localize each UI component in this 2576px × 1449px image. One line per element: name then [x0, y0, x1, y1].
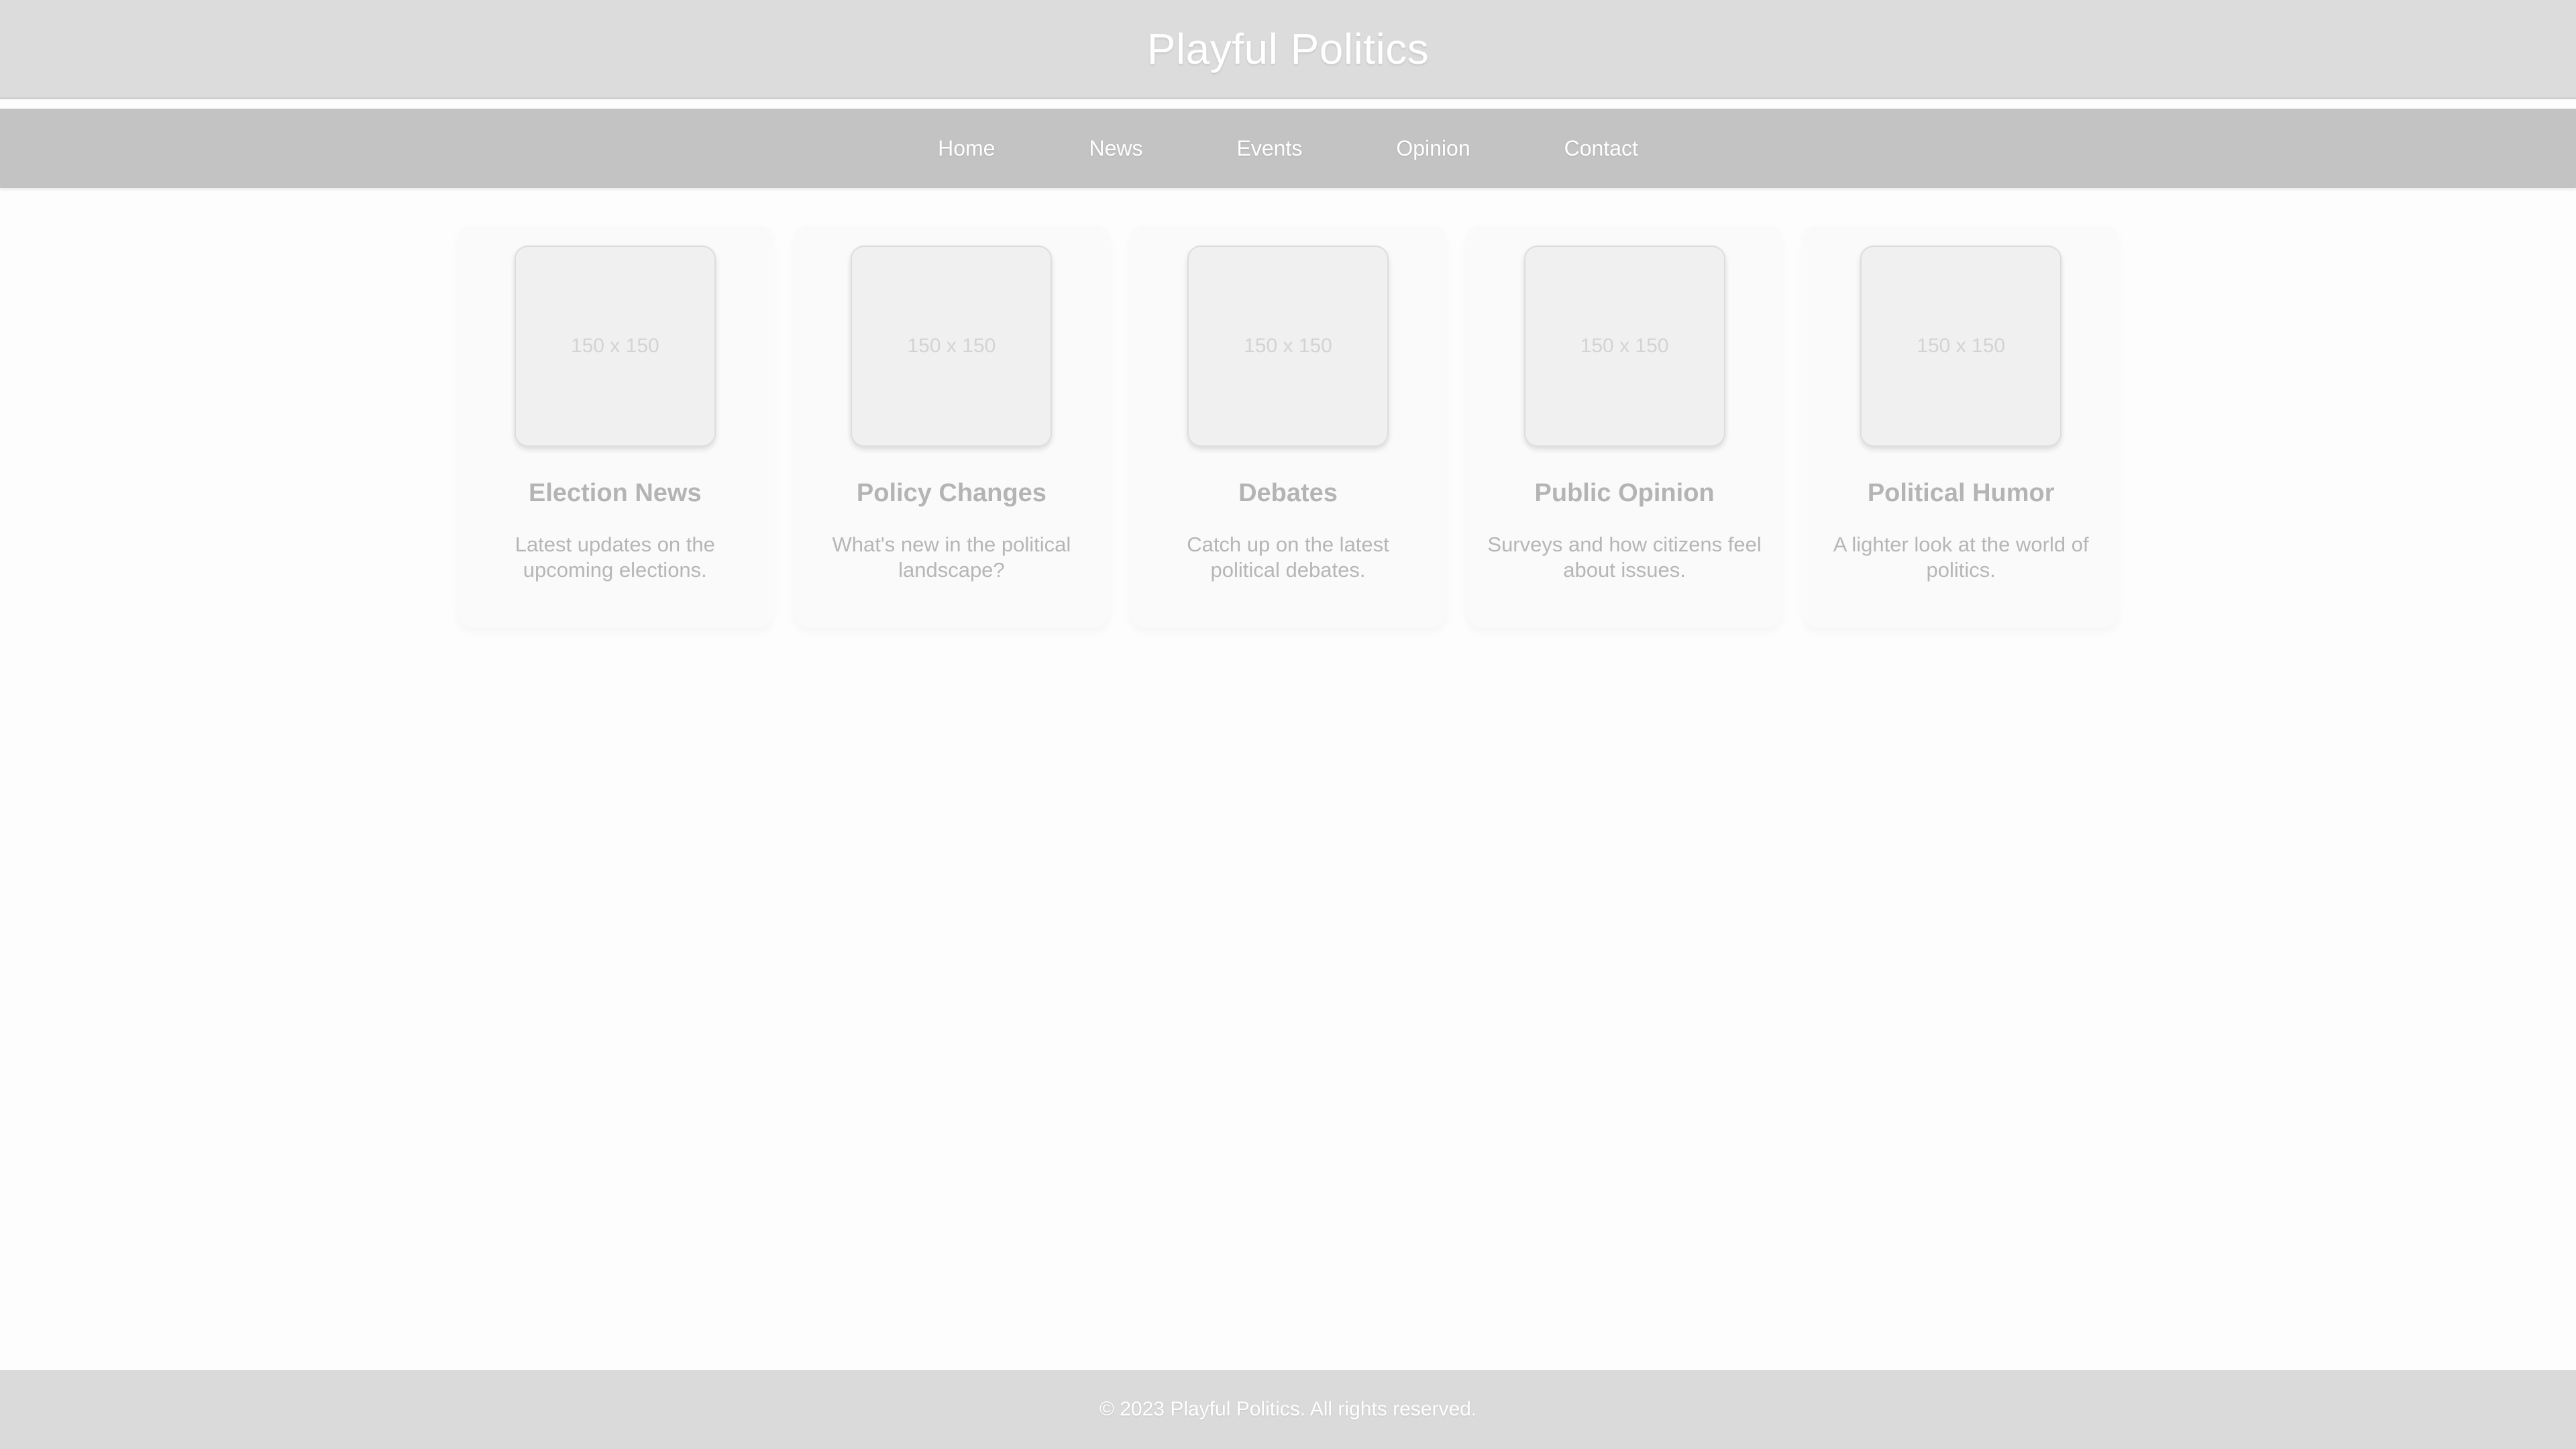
site-footer: © 2023 Playful Politics. All rights rese…: [0, 1370, 2576, 1449]
image-size-label: 150 x 150: [1580, 335, 1669, 357]
site-header: Playful Politics: [0, 0, 2576, 99]
card-image-placeholder: 150 x 150: [1860, 246, 2062, 447]
nav-link-home[interactable]: Home: [938, 136, 995, 161]
card-title: Policy Changes: [856, 479, 1046, 507]
card-title: Election News: [528, 479, 702, 507]
card-description: Surveys and how citizens feel about issu…: [1487, 533, 1762, 582]
image-size-label: 150 x 150: [1917, 335, 2006, 357]
card-policy-changes[interactable]: 150 x 150 Policy Changes What's new in t…: [794, 225, 1110, 628]
image-size-label: 150 x 150: [570, 335, 659, 357]
main-navigation: Home News Events Opinion Contact: [0, 109, 2576, 188]
card-title: Public Opinion: [1534, 479, 1715, 507]
card-image-placeholder: 150 x 150: [1187, 246, 1389, 447]
nav-link-events[interactable]: Events: [1236, 136, 1302, 161]
nav-link-news[interactable]: News: [1089, 136, 1142, 161]
card-election-news[interactable]: 150 x 150 Election News Latest updates o…: [458, 225, 773, 628]
card-public-opinion[interactable]: 150 x 150 Public Opinion Surveys and how…: [1466, 225, 1782, 628]
card-title: Political Humor: [1867, 479, 2055, 507]
card-title: Debates: [1238, 479, 1338, 507]
card-image-placeholder: 150 x 150: [514, 246, 716, 447]
card-description: Catch up on the latest political debates…: [1187, 533, 1389, 582]
cards-section: 150 x 150 Election News Latest updates o…: [458, 225, 2118, 628]
card-debates[interactable]: 150 x 150 Debates Catch up on the latest…: [1130, 225, 1446, 628]
image-size-label: 150 x 150: [907, 335, 996, 357]
nav-link-opinion[interactable]: Opinion: [1396, 136, 1470, 161]
card-description: What's new in the political landscape?: [832, 533, 1071, 582]
card-political-humor[interactable]: 150 x 150 Political Humor A lighter look…: [1803, 225, 2118, 628]
page: Playful Politics Home News Events Opinio…: [0, 0, 2576, 1449]
image-size-label: 150 x 150: [1244, 335, 1332, 357]
card-image-placeholder: 150 x 150: [1523, 246, 1725, 447]
card-description: A lighter look at the world of politics.: [1833, 533, 2089, 582]
copyright-text: © 2023 Playful Politics. All rights rese…: [1099, 1398, 1477, 1420]
card-image-placeholder: 150 x 150: [851, 246, 1053, 447]
site-title: Playful Politics: [1146, 24, 1430, 73]
nav-link-contact[interactable]: Contact: [1564, 136, 1638, 161]
card-description: Latest updates on the upcoming elections…: [515, 533, 715, 582]
